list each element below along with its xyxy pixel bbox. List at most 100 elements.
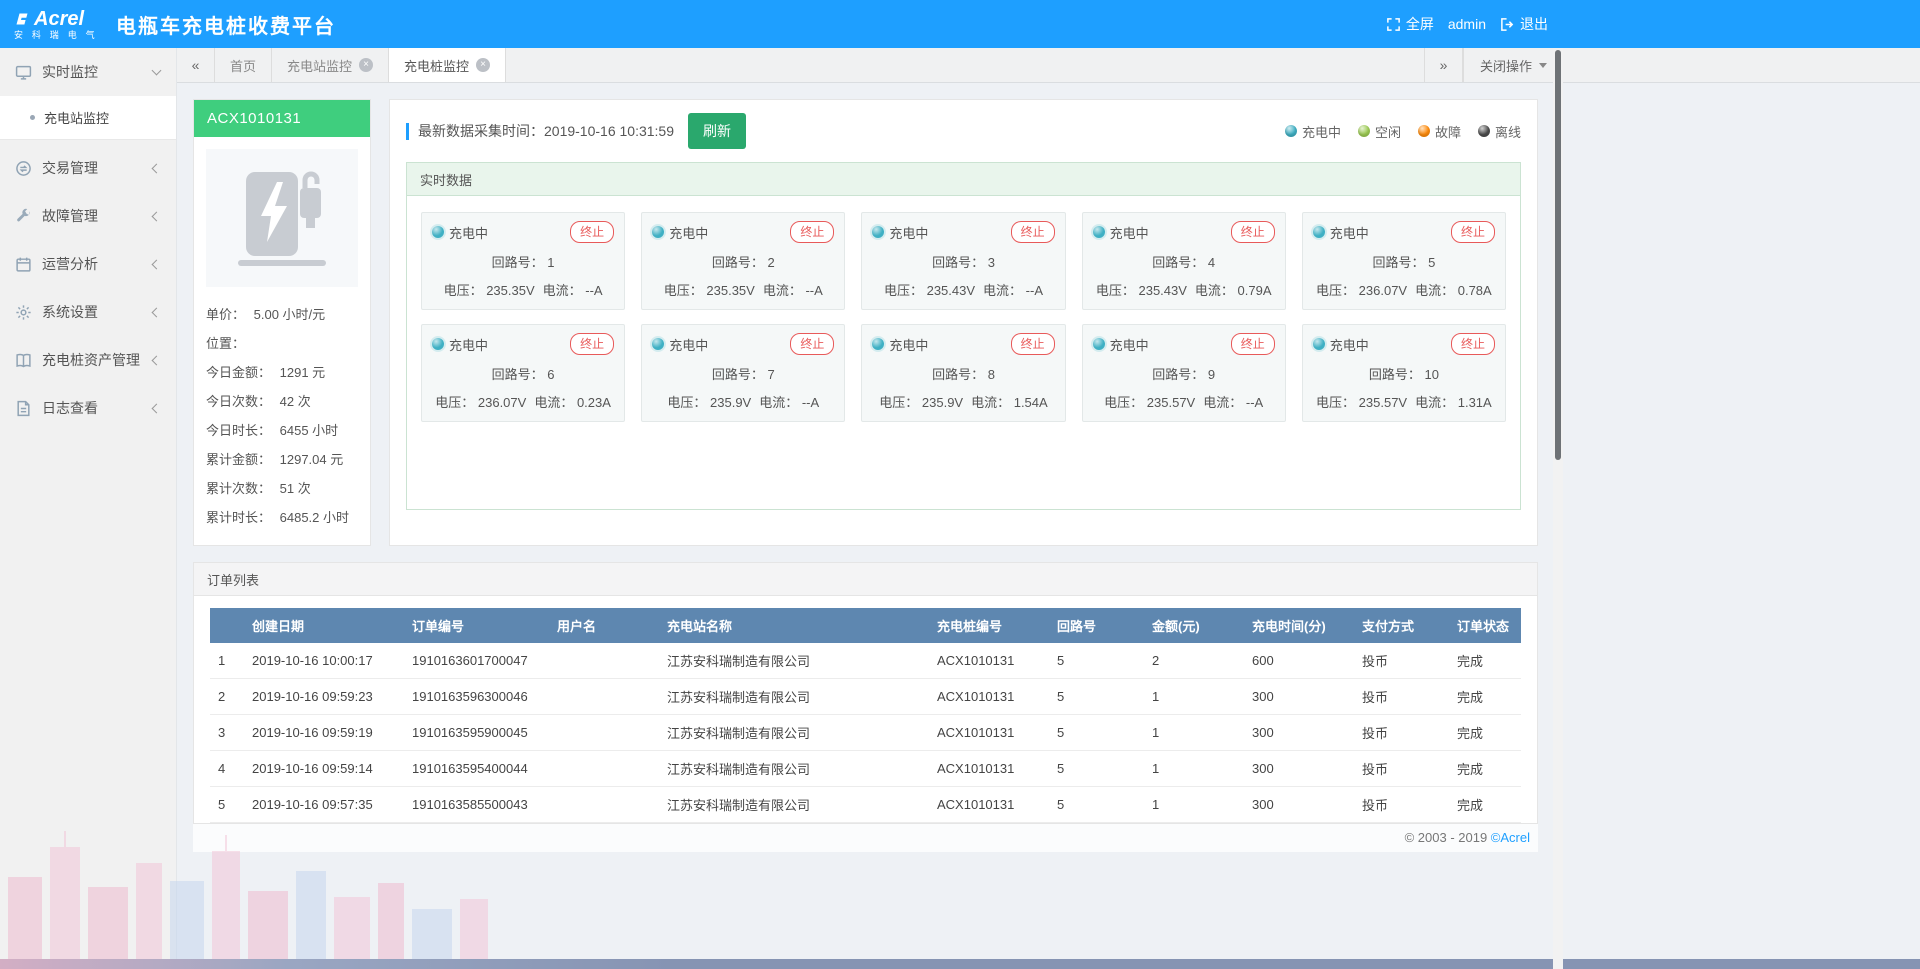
stat-label: 今日次数：	[206, 394, 271, 409]
app-header: Acrel 安 科 瑞 电 气 电瓶车充电桩收费平台 全屏 admin 退出	[0, 0, 1920, 48]
stop-button[interactable]: 终止	[1011, 333, 1055, 355]
charging-status-dot	[1313, 338, 1325, 350]
legend-item: 空闲	[1358, 122, 1401, 141]
stop-button[interactable]: 终止	[1451, 221, 1495, 243]
index-column-header	[210, 608, 244, 643]
cell-pay-method: 投币	[1354, 679, 1449, 715]
scrollbar-thumb[interactable]	[1555, 50, 1561, 460]
order-row: 1 2019-10-16 10:00:17 1910163601700047 江…	[210, 643, 1521, 679]
sidebar-item-label: 故障管理	[42, 206, 98, 226]
sidebar-item-operation-analysis[interactable]: 运营分析	[0, 240, 176, 288]
current-label: 电流：	[759, 395, 802, 410]
channel-status: 充电中	[669, 335, 708, 354]
cell-pile-no: ACX1010131	[929, 679, 1049, 715]
sidebar-item-trade-management[interactable]: 交易管理	[0, 144, 176, 192]
cell-order-no: 1910163595900045	[404, 715, 549, 751]
channel-card: 充电中 终止 回路号： 7 电压： 235.9V电流： --A	[641, 324, 845, 422]
channel-card: 充电中 终止 回路号： 8 电压： 235.9V电流： 1.54A	[861, 324, 1065, 422]
fullscreen-icon	[1386, 17, 1401, 32]
tabs-scroll-left-button[interactable]: «	[177, 48, 215, 82]
stop-button[interactable]: 终止	[790, 333, 834, 355]
voltage-value: 236.07V	[478, 395, 526, 410]
sidebar-item-pile-assets[interactable]: 充电桩资产管理	[0, 336, 176, 384]
sidebar-item-realtime-monitor[interactable]: 实时监控	[0, 48, 176, 96]
cell-order-status: 完成	[1449, 643, 1521, 679]
tab-home[interactable]: 首页	[215, 48, 272, 82]
circuit-label: 回路号：	[932, 255, 988, 270]
close-operations-dropdown[interactable]: 关闭操作	[1463, 48, 1563, 82]
page-title: 电瓶车充电桩收费平台	[116, 10, 336, 39]
channel-status: 充电中	[889, 335, 928, 354]
sidebar-item-fault-management[interactable]: 故障管理	[0, 192, 176, 240]
row-index: 4	[210, 751, 244, 787]
circuit-label: 回路号：	[492, 255, 548, 270]
close-tab-icon[interactable]: ×	[359, 58, 373, 72]
voltage-value: 235.9V	[710, 395, 751, 410]
stop-button[interactable]: 终止	[1231, 221, 1275, 243]
voltage-label: 电压：	[435, 395, 478, 410]
stat-value: 6485.2 小时	[280, 510, 349, 525]
tab-station-monitor[interactable]: 充电站监控 ×	[272, 48, 389, 82]
voltage-value: 235.43V	[927, 283, 975, 298]
vertical-scrollbar[interactable]	[1553, 48, 1563, 969]
sidebar-item-log-view[interactable]: 日志查看	[0, 384, 176, 432]
stat-label: 单价：	[206, 307, 245, 322]
stop-button[interactable]: 终止	[570, 221, 614, 243]
cell-amount: 1	[1144, 751, 1244, 787]
stat-label: 累计时长：	[206, 510, 271, 525]
cell-circuit-no: 5	[1049, 643, 1144, 679]
sidebar-item-system-settings[interactable]: 系统设置	[0, 288, 176, 336]
stop-button[interactable]: 终止	[1231, 333, 1275, 355]
acrel-link[interactable]: ©Acrel	[1491, 830, 1530, 845]
close-tab-icon[interactable]: ×	[476, 58, 490, 72]
status-dot-icon	[1418, 125, 1430, 137]
stop-button[interactable]: 终止	[790, 221, 834, 243]
current-label: 电流：	[1415, 395, 1458, 410]
refresh-button[interactable]: 刷新	[688, 113, 746, 149]
realtime-monitor-panel: 最新数据采集时间： 2019-10-16 10:31:59 刷新 充电中	[389, 99, 1538, 546]
current-label: 电流：	[971, 395, 1014, 410]
cell-charge-minutes: 300	[1244, 787, 1354, 823]
circuit-label: 回路号：	[1152, 255, 1208, 270]
tabs-scroll-right-button[interactable]: »	[1425, 48, 1463, 82]
legend-label: 充电中	[1302, 122, 1341, 141]
logout-button[interactable]: 退出	[1500, 14, 1548, 34]
cell-circuit-no: 5	[1049, 715, 1144, 751]
voltage-value: 235.57V	[1359, 395, 1407, 410]
current-label: 电流：	[534, 395, 577, 410]
username: admin	[1448, 16, 1486, 32]
fullscreen-button[interactable]: 全屏	[1386, 14, 1434, 34]
stop-button[interactable]: 终止	[1011, 221, 1055, 243]
stop-button[interactable]: 终止	[570, 333, 614, 355]
current-value: 1.31A	[1458, 395, 1492, 410]
circuit-number: 1	[547, 255, 554, 270]
row-index: 1	[210, 643, 244, 679]
current-value: --A	[805, 283, 822, 298]
sidebar-item-label: 运营分析	[42, 254, 98, 274]
bottom-decoration-strip	[0, 959, 1920, 969]
circuit-label: 回路号：	[1372, 255, 1428, 270]
sidebar-item-label: 日志查看	[42, 398, 98, 418]
user-menu[interactable]: admin	[1448, 16, 1486, 32]
order-row: 2 2019-10-16 09:59:23 1910163596300046 江…	[210, 679, 1521, 715]
row-index: 2	[210, 679, 244, 715]
channel-card: 充电中 终止 回路号： 9 电压： 235.57V电流： --A	[1082, 324, 1286, 422]
logout-icon	[1500, 17, 1515, 32]
cell-order-status: 完成	[1449, 787, 1521, 823]
cell-pay-method: 投币	[1354, 751, 1449, 787]
logo-mark-icon	[14, 11, 30, 27]
current-label: 电流：	[1203, 395, 1246, 410]
stop-button[interactable]: 终止	[1451, 333, 1495, 355]
cell-order-status: 完成	[1449, 679, 1521, 715]
current-value: 0.79A	[1238, 283, 1272, 298]
status-legend: 充电中 空闲 故障	[1285, 122, 1521, 141]
sidebar-item-label: 充电桩资产管理	[42, 350, 140, 370]
cell-username	[549, 679, 659, 715]
circuit-label: 回路号：	[1369, 367, 1425, 382]
cell-charge-minutes: 300	[1244, 715, 1354, 751]
tab-pile-monitor[interactable]: 充电桩监控 ×	[389, 48, 506, 82]
stat-label: 累计金额：	[206, 452, 271, 467]
cell-username	[549, 751, 659, 787]
device-stat-line: 累计次数： 51 次	[206, 473, 358, 502]
sidebar-item-station-monitor[interactable]: 充电站监控	[0, 96, 176, 139]
